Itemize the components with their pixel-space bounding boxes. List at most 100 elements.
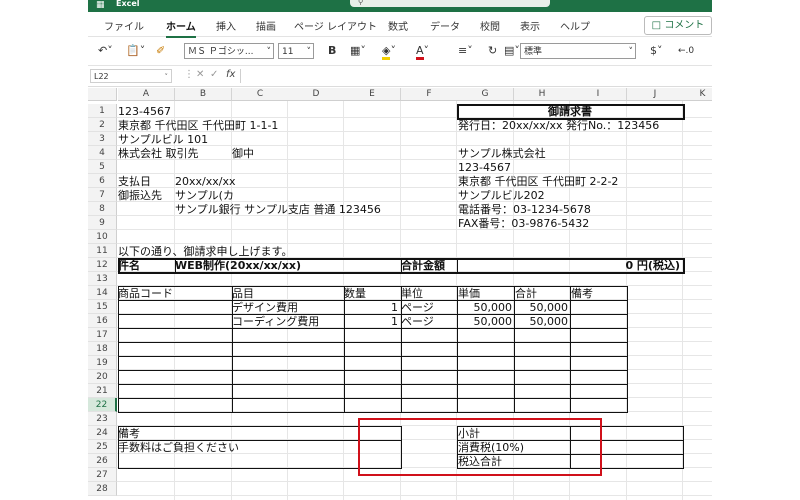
clipboard-icon[interactable]: 📋˅ bbox=[126, 43, 145, 59]
row-header[interactable]: 11 bbox=[88, 244, 117, 258]
fill-color-icon[interactable]: ◈˅ bbox=[382, 43, 396, 60]
cell-c16[interactable]: コーディング費用 bbox=[232, 315, 319, 329]
cancel-icon[interactable]: ✕ bbox=[196, 69, 204, 80]
row-header[interactable]: 1 bbox=[88, 104, 117, 118]
tab-formulas[interactable]: 数式 bbox=[388, 18, 408, 33]
cell-g16[interactable]: 50,000 bbox=[457, 315, 513, 329]
cell-c15[interactable]: デザイン費用 bbox=[232, 301, 298, 315]
cell-g7[interactable]: サンプルビル202 bbox=[458, 189, 545, 203]
column-header[interactable]: E bbox=[344, 88, 401, 101]
row-header[interactable]: 7 bbox=[88, 188, 117, 202]
cell-e16[interactable]: 1 bbox=[344, 315, 398, 329]
cell-g15[interactable]: 50,000 bbox=[457, 301, 513, 315]
decimal-icon[interactable]: ←.0 bbox=[678, 43, 694, 59]
row-header[interactable]: 2 bbox=[88, 118, 117, 132]
column-header[interactable]: I bbox=[570, 88, 627, 101]
cell-a12[interactable]: 件名 bbox=[118, 259, 140, 273]
cell-g2[interactable]: 発行日：20xx/xx/xx 発行No.：123456 bbox=[458, 119, 659, 133]
row-header[interactable]: 15 bbox=[88, 300, 117, 314]
cell-g6[interactable]: 東京都 千代田区 千代田町 2-2-2 bbox=[458, 175, 618, 189]
cell-g9[interactable]: FAX番号：03-9876-5432 bbox=[458, 217, 589, 231]
row-header[interactable]: 18 bbox=[88, 342, 117, 356]
row-header[interactable]: 9 bbox=[88, 216, 117, 230]
column-header[interactable]: K bbox=[683, 88, 712, 101]
cell-f15[interactable]: ページ bbox=[401, 301, 434, 315]
tab-insert[interactable]: 挿入 bbox=[216, 18, 236, 33]
tab-view[interactable]: 表示 bbox=[520, 18, 540, 33]
cell-b12[interactable]: WEB制作(20xx/xx/xx) bbox=[175, 259, 301, 273]
cell-g5[interactable]: 123-4567 bbox=[458, 161, 511, 175]
row-header[interactable]: 14 bbox=[88, 286, 117, 300]
tab-page-layout[interactable]: ページ レイアウト bbox=[294, 18, 377, 33]
insert-function-icon[interactable]: fx bbox=[226, 69, 235, 80]
wrap-text-icon[interactable]: ↻ bbox=[488, 43, 497, 59]
row-header[interactable]: 22 bbox=[88, 398, 117, 412]
tab-home[interactable]: ホーム bbox=[166, 18, 196, 38]
row-header[interactable]: 23 bbox=[88, 412, 117, 426]
row-header[interactable]: 24 bbox=[88, 426, 117, 440]
cell-h14[interactable]: 合計 bbox=[515, 287, 537, 301]
search-box[interactable]: ⚲ bbox=[350, 0, 550, 7]
cell-c14[interactable]: 品目 bbox=[232, 287, 254, 301]
tab-file[interactable]: ファイル bbox=[104, 18, 144, 33]
font-size-select[interactable]: 11 ˅ bbox=[278, 43, 314, 59]
row-header[interactable]: 3 bbox=[88, 132, 117, 146]
comment-button[interactable]: □ コメント bbox=[644, 16, 712, 35]
cell-h16[interactable]: 50,000 bbox=[514, 315, 569, 329]
number-format-select[interactable]: 標準 ˅ bbox=[520, 43, 636, 59]
cell-a14[interactable]: 商品コード bbox=[118, 287, 173, 301]
row-header[interactable]: 19 bbox=[88, 356, 117, 370]
cell-a2[interactable]: 東京都 千代田区 千代田町 1-1-1 bbox=[118, 119, 278, 133]
align-icon[interactable]: ≡˅ bbox=[458, 43, 473, 59]
font-color-icon[interactable]: A˅ bbox=[416, 43, 429, 60]
column-header[interactable]: B bbox=[175, 88, 232, 101]
tab-data[interactable]: データ bbox=[430, 18, 460, 33]
column-header[interactable]: F bbox=[401, 88, 458, 101]
more-options-icon[interactable]: ⋮ bbox=[184, 69, 194, 80]
row-header[interactable]: 27 bbox=[88, 468, 117, 482]
cell-b6[interactable]: 20xx/xx/xx bbox=[175, 175, 235, 189]
row-header[interactable]: 16 bbox=[88, 314, 117, 328]
app-launcher-icon[interactable]: ▦ bbox=[96, 0, 105, 10]
column-header[interactable]: H bbox=[514, 88, 571, 101]
column-header[interactable]: D bbox=[288, 88, 345, 101]
cell-a4[interactable]: 株式会社 取引先 bbox=[118, 147, 199, 161]
column-header[interactable]: G bbox=[457, 88, 514, 101]
row-header[interactable]: 28 bbox=[88, 482, 117, 496]
row-header[interactable]: 8 bbox=[88, 202, 117, 216]
row-header[interactable]: 5 bbox=[88, 160, 117, 174]
row-header[interactable]: 4 bbox=[88, 146, 117, 160]
row-header[interactable]: 12 bbox=[88, 258, 117, 272]
tab-help[interactable]: ヘルプ bbox=[560, 18, 590, 33]
cell-a25[interactable]: 手数料はご負担ください bbox=[118, 441, 239, 455]
row-header[interactable]: 6 bbox=[88, 174, 117, 188]
format-painter-icon[interactable]: ✐ bbox=[156, 43, 165, 59]
cell-h15[interactable]: 50,000 bbox=[514, 301, 569, 315]
bold-button[interactable]: B bbox=[328, 43, 336, 59]
merge-cells-icon[interactable]: ▤˅ bbox=[504, 43, 520, 59]
row-header[interactable]: 17 bbox=[88, 328, 117, 342]
currency-button[interactable]: $˅ bbox=[650, 43, 663, 59]
cell-f14[interactable]: 単位 bbox=[401, 287, 423, 301]
cell-a7[interactable]: 御振込先 bbox=[118, 189, 162, 203]
row-header[interactable]: 25 bbox=[88, 440, 117, 454]
cell-a1[interactable]: 123-4567 bbox=[118, 105, 171, 119]
cell-f12[interactable]: 合計金額 bbox=[401, 259, 445, 273]
select-all-corner[interactable] bbox=[88, 88, 117, 101]
cell-g1[interactable]: 御請求書 bbox=[457, 105, 683, 119]
column-header[interactable]: A bbox=[118, 88, 175, 101]
tab-review[interactable]: 校閲 bbox=[480, 18, 500, 33]
font-name-select[interactable]: ＭＳ Ｐゴシッ... ˅ bbox=[184, 43, 274, 59]
row-header[interactable]: 13 bbox=[88, 272, 117, 286]
undo-icon[interactable]: ↶˅ bbox=[98, 43, 113, 59]
cell-b7[interactable]: サンプル(カ bbox=[175, 189, 234, 203]
cell-a11[interactable]: 以下の通り、御請求申し上げます。 bbox=[118, 245, 292, 259]
cell-g4[interactable]: サンプル株式会社 bbox=[458, 147, 546, 161]
row-header[interactable]: 21 bbox=[88, 384, 117, 398]
cell-c4[interactable]: 御中 bbox=[232, 147, 254, 161]
cell-a3[interactable]: サンプルビル 101 bbox=[118, 133, 208, 147]
cell-a6[interactable]: 支払日 bbox=[118, 175, 151, 189]
cell-a24[interactable]: 備考 bbox=[118, 427, 140, 441]
formula-input[interactable] bbox=[240, 69, 711, 83]
borders-icon[interactable]: ▦˅ bbox=[350, 43, 366, 59]
